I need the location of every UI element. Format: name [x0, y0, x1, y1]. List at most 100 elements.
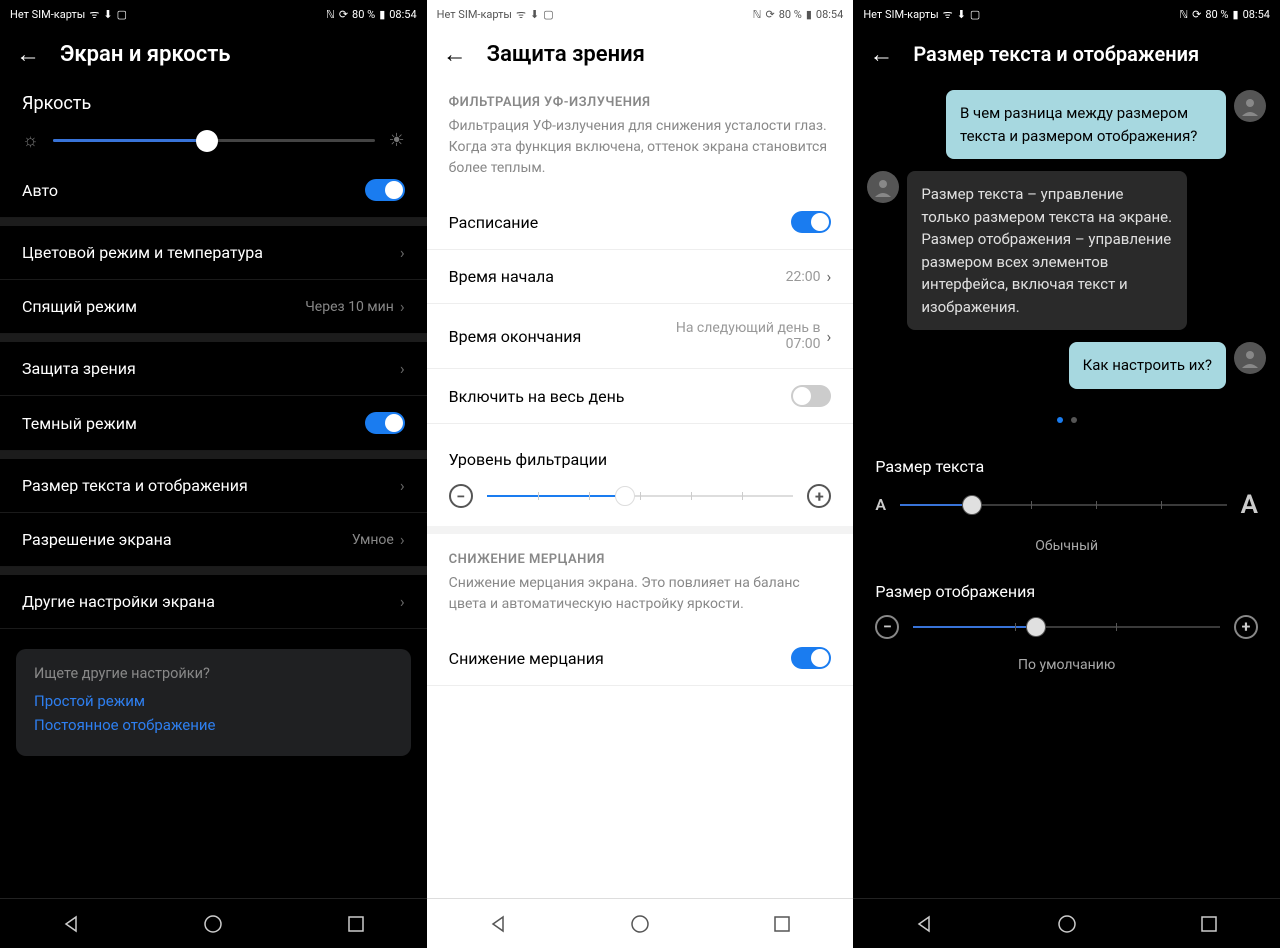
hint-link-always-on[interactable]: Постоянное отображение	[34, 716, 393, 734]
screen-text-display-size: Нет SIM-картыᯤ⬇▢ ℕ⟳80 %▮08:54 ← Размер т…	[853, 0, 1280, 948]
plus-button[interactable]: +	[807, 484, 831, 508]
divider	[427, 526, 854, 534]
end-time-row[interactable]: Время окончания На следующий день в 07:0…	[427, 304, 854, 369]
chevron-icon: ›	[400, 243, 405, 262]
brightness-slider[interactable]	[53, 139, 375, 142]
flicker-section-header: СНИЖЕНИЕ МЕРЦАНИЯ	[427, 534, 854, 573]
end-value: На следующий день в 07:00	[651, 320, 820, 352]
page-title: Защита зрения	[487, 42, 645, 67]
divider	[0, 218, 427, 226]
allday-toggle[interactable]	[791, 385, 831, 407]
end-label: Время окончания	[449, 327, 582, 346]
allday-label: Включить на весь день	[449, 387, 625, 406]
avatar-bot	[867, 171, 899, 203]
nav-home[interactable]	[202, 913, 224, 935]
other-settings-row[interactable]: Другие настройки экрана ›	[0, 575, 427, 629]
nfc-icon: ℕ	[753, 8, 762, 21]
sun-low-icon: ☼	[22, 130, 39, 151]
hint-question: Ищете другие настройки?	[34, 665, 393, 682]
minus-button[interactable]: −	[449, 484, 473, 508]
chevron-icon: ›	[400, 359, 405, 378]
display-size-slider[interactable]	[913, 626, 1220, 628]
auto-toggle[interactable]	[365, 179, 405, 201]
screen-display-brightness: Нет SIM-картыᯤ⬇▢ ℕ⟳80 %▮08:54 ← Экран и …	[0, 0, 427, 948]
nav-recent[interactable]	[1198, 913, 1220, 935]
back-button[interactable]: ←	[443, 43, 467, 67]
filter-level-label-row: Уровень фильтрации	[427, 424, 854, 478]
auto-brightness-row[interactable]: Авто	[0, 163, 427, 218]
search-hint-box: Ищете другие настройки? Простой режим По…	[16, 649, 411, 756]
wifi-icon: ᯤ	[943, 7, 953, 22]
display-size-value: По умолчанию	[853, 657, 1280, 681]
start-value: 22:00	[786, 269, 821, 285]
content: Яркость ☼ ☀ Авто Цветовой режим и темпер…	[0, 77, 427, 898]
resolution-row[interactable]: Разрешение экрана Умное ›	[0, 513, 427, 567]
nav-recent[interactable]	[345, 913, 367, 935]
sb-time: 08:54	[816, 8, 843, 21]
hint-link-simple-mode[interactable]: Простой режим	[34, 692, 393, 710]
chevron-icon: ›	[400, 530, 405, 549]
nav-back[interactable]	[60, 913, 82, 935]
filter-level-slider-row: − +	[427, 478, 854, 526]
navbar	[0, 898, 427, 948]
navbar	[853, 898, 1280, 948]
all-day-row[interactable]: Включить на весь день	[427, 369, 854, 424]
start-time-row[interactable]: Время начала 22:00 ›	[427, 250, 854, 304]
nfc-icon: ℕ	[1179, 8, 1188, 21]
sleep-label: Спящий режим	[22, 297, 137, 316]
flicker-toggle[interactable]	[791, 647, 831, 669]
content: ФИЛЬТРАЦИЯ УФ-ИЗЛУЧЕНИЯ Фильтрация УФ-из…	[427, 77, 854, 898]
chevron-icon: ›	[400, 297, 405, 316]
header: ← Экран и яркость	[0, 28, 427, 77]
resolution-value: Умное	[352, 532, 394, 548]
text-size-value: Обычный	[853, 538, 1280, 562]
schedule-row[interactable]: Расписание	[427, 195, 854, 250]
eye-comfort-row[interactable]: Защита зрения ›	[0, 342, 427, 396]
text-size-slider-row: A A	[853, 484, 1280, 538]
plus-button[interactable]: +	[1234, 615, 1258, 639]
resolution-label: Разрешение экрана	[22, 530, 172, 549]
uv-filter-section-header: ФИЛЬТРАЦИЯ УФ-ИЗЛУЧЕНИЯ	[427, 77, 854, 116]
sleep-mode-row[interactable]: Спящий режим Через 10 мин›	[0, 280, 427, 334]
battery-icon: ▮	[806, 8, 812, 21]
flicker-desc: Снижение мерцания экрана. Это повлияет н…	[427, 573, 854, 631]
sb-time: 08:54	[1243, 8, 1270, 21]
battery-icon: ▮	[1233, 8, 1239, 21]
minus-button[interactable]: −	[875, 615, 899, 639]
icon-vpn: ▢	[117, 8, 127, 21]
preview-msg-3: Как настроить их?	[853, 336, 1280, 395]
brightness-label: Яркость	[0, 77, 427, 118]
icon-badge: ⬇	[530, 8, 539, 21]
back-button[interactable]: ←	[16, 43, 40, 67]
text-display-size-row[interactable]: Размер текста и отображения ›	[0, 459, 427, 513]
color-mode-row[interactable]: Цветовой режим и температура ›	[0, 226, 427, 280]
msg1-text: В чем разница между размером текста и ра…	[946, 90, 1226, 159]
large-a-icon: A	[1241, 490, 1258, 520]
start-label: Время начала	[449, 267, 554, 286]
statusbar: Нет SIM-картыᯤ⬇▢ ℕ⟳80 %▮08:54	[853, 0, 1280, 28]
avatar-user	[1234, 342, 1266, 374]
nav-back[interactable]	[487, 913, 509, 935]
sb-nosim: Нет SIM-карты	[437, 8, 512, 21]
back-button[interactable]: ←	[869, 42, 893, 66]
battery-icon: ▮	[379, 8, 385, 21]
flicker-row[interactable]: Снижение мерцания	[427, 631, 854, 686]
sb-time: 08:54	[389, 8, 416, 21]
dark-toggle[interactable]	[365, 412, 405, 434]
chevron-icon: ›	[827, 267, 832, 286]
nfc-icon: ℕ	[326, 8, 335, 21]
sb-battery: 80 %	[779, 8, 802, 21]
nav-home[interactable]	[1056, 913, 1078, 935]
msg2-text: Размер текста – управление только размер…	[907, 171, 1187, 330]
nav-back[interactable]	[913, 913, 935, 935]
wifi-icon: ᯤ	[516, 7, 526, 22]
filter-slider[interactable]	[487, 495, 794, 497]
chevron-icon: ›	[400, 476, 405, 495]
dark-mode-row[interactable]: Темный режим	[0, 396, 427, 451]
schedule-toggle[interactable]	[791, 211, 831, 233]
chevron-icon: ›	[400, 592, 405, 611]
uv-filter-desc: Фильтрация УФ-излучения для снижения уст…	[427, 116, 854, 195]
text-size-slider[interactable]	[900, 504, 1227, 506]
nav-home[interactable]	[629, 913, 651, 935]
nav-recent[interactable]	[771, 913, 793, 935]
